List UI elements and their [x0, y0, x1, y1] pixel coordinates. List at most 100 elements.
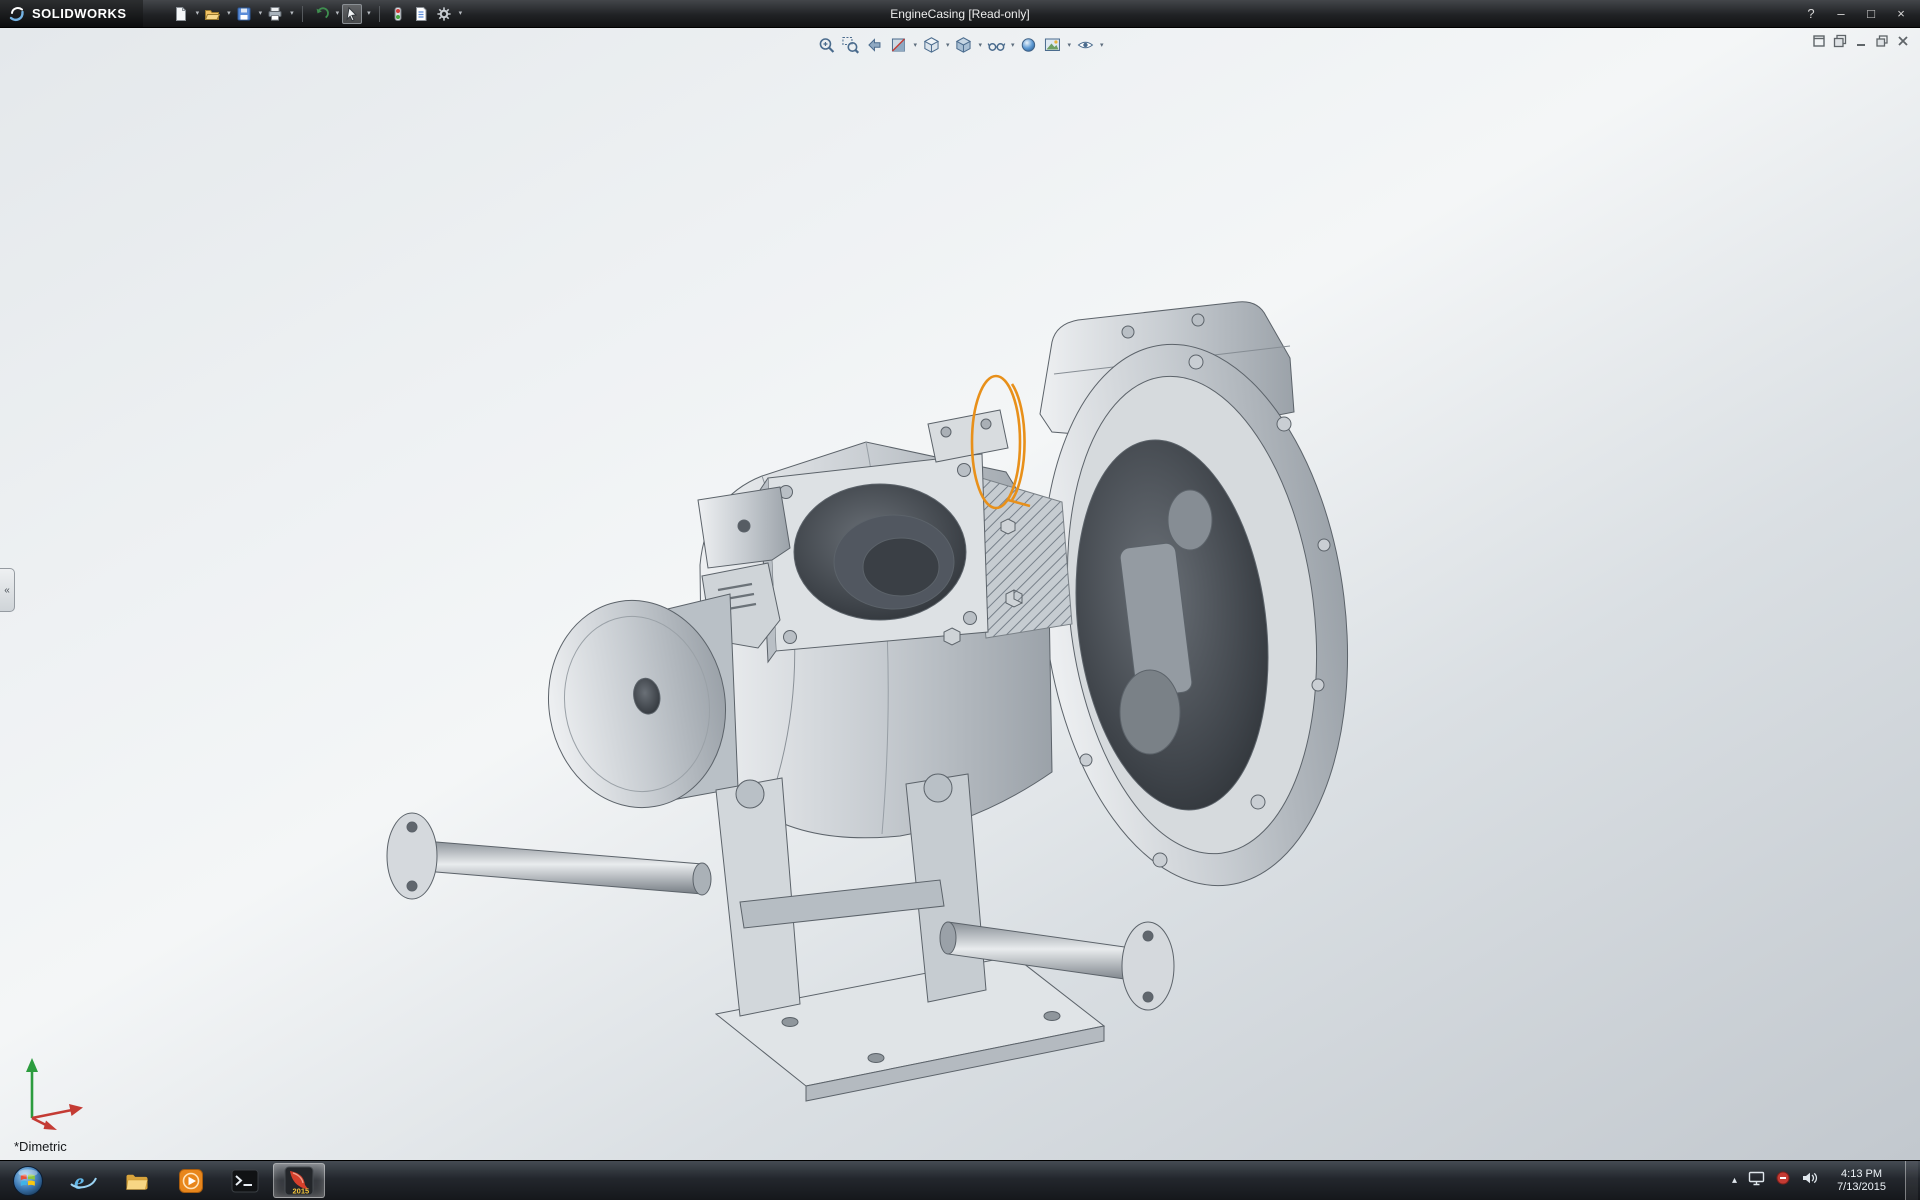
media-player-icon — [178, 1168, 204, 1194]
undo-button[interactable] — [311, 4, 331, 24]
view-settings-caret[interactable]: ▾ — [1100, 42, 1104, 49]
side-cover-disc[interactable] — [532, 586, 741, 821]
appearance-ball-icon — [1020, 36, 1038, 54]
display-icon — [1748, 1170, 1765, 1186]
save-caret[interactable]: ▾ — [259, 10, 263, 17]
taskbar-internet-explorer-button[interactable]: e — [57, 1163, 109, 1198]
new-document-button[interactable] — [171, 4, 191, 24]
zoom-to-fit-button[interactable] — [816, 34, 836, 56]
taskbar-apps: e — [56, 1161, 326, 1200]
open-document-button[interactable] — [202, 4, 222, 24]
zoom-to-area-icon — [841, 36, 859, 54]
file-properties-button[interactable] — [411, 4, 431, 24]
toolbar-separator — [302, 6, 303, 22]
doc-restore-button[interactable] — [1875, 34, 1889, 53]
close-button[interactable]: × — [1894, 6, 1908, 21]
print-caret[interactable]: ▾ — [290, 10, 294, 17]
minimize-icon — [1854, 34, 1868, 48]
doc-cascade-button[interactable] — [1833, 34, 1847, 53]
view-orientation-label: *Dimetric — [14, 1139, 67, 1154]
undo-caret[interactable]: ▾ — [336, 10, 340, 17]
show-desktop-button[interactable] — [1905, 1161, 1918, 1200]
clock-time: 4:13 PM — [1837, 1168, 1886, 1181]
edit-appearance-button[interactable] — [1019, 34, 1039, 56]
carb-bracket[interactable] — [928, 410, 1008, 462]
svg-text:e: e — [74, 1169, 84, 1194]
display-style-caret[interactable]: ▾ — [978, 42, 982, 49]
new-window-icon — [1812, 34, 1826, 48]
tray-solidworks-monitor-button[interactable] — [1776, 1171, 1790, 1190]
new-caret[interactable]: ▾ — [196, 10, 200, 17]
open-caret[interactable]: ▾ — [227, 10, 231, 17]
windows-start-orb-icon — [12, 1165, 44, 1197]
view-orientation-button[interactable] — [921, 34, 941, 56]
taskbar-media-player-button[interactable] — [165, 1163, 217, 1198]
folder-icon — [124, 1170, 151, 1192]
select-caret[interactable]: ▾ — [367, 10, 371, 17]
clock-date: 7/13/2015 — [1837, 1181, 1886, 1194]
taskbar-command-prompt-button[interactable] — [219, 1163, 271, 1198]
document-title: EngineCasing [Read-only] — [890, 0, 1029, 28]
engine-casing-model[interactable] — [387, 302, 1377, 1101]
view-orientation-cube-icon — [922, 36, 940, 54]
eyeglasses-icon — [987, 36, 1005, 54]
solidworks-app-icon: 2015 — [284, 1166, 314, 1196]
taskbar-solidworks-button[interactable]: 2015 — [273, 1163, 325, 1198]
view-orientation-caret[interactable]: ▾ — [946, 42, 950, 49]
show-hidden-icons-button[interactable]: ▴ — [1732, 1175, 1737, 1186]
view-settings-eye-icon — [1076, 36, 1094, 54]
save-floppy-icon — [236, 6, 252, 22]
apply-scene-caret[interactable]: ▾ — [1068, 42, 1072, 49]
taskbar-clock[interactable]: 4:13 PM 7/13/2015 — [1829, 1168, 1894, 1194]
print-icon — [267, 6, 283, 22]
select-cursor-icon — [344, 6, 360, 22]
command-prompt-icon — [231, 1168, 259, 1194]
options-gear-icon — [436, 6, 452, 22]
hide-show-items-button[interactable] — [986, 34, 1006, 56]
start-button[interactable] — [0, 1161, 56, 1200]
minimize-button[interactable]: – — [1834, 6, 1848, 21]
doc-close-button[interactable] — [1896, 34, 1910, 53]
display-style-button[interactable] — [953, 34, 973, 56]
cascade-windows-icon — [1833, 34, 1847, 48]
rebuild-button[interactable] — [388, 4, 408, 24]
trunnion-rod-left[interactable] — [387, 813, 711, 899]
options-button[interactable] — [434, 4, 454, 24]
featuremanager-flyout-tab[interactable]: « — [0, 568, 15, 612]
previous-view-icon — [865, 36, 883, 54]
select-tool-button[interactable] — [342, 4, 362, 24]
graphics-area[interactable]: ▾ ▾ ▾ ▾ — [0, 28, 1920, 1160]
close-icon — [1896, 34, 1910, 48]
solidworks-window: SOLIDWORKS ▾ ▾ ▾ — [0, 0, 1920, 1200]
maximize-button[interactable]: □ — [1864, 6, 1878, 21]
file-toolbar: ▾ ▾ ▾ ▾ — [143, 4, 463, 24]
model-canvas[interactable] — [0, 28, 1920, 1160]
taskbar-file-explorer-button[interactable] — [111, 1163, 163, 1198]
headsup-view-toolbar: ▾ ▾ ▾ ▾ — [816, 34, 1103, 56]
print-button[interactable] — [265, 4, 285, 24]
apply-scene-button[interactable] — [1043, 34, 1063, 56]
document-window-controls — [1812, 34, 1910, 53]
section-view-button[interactable] — [888, 34, 908, 56]
tray-volume-button[interactable] — [1801, 1170, 1818, 1191]
tray-display-button[interactable] — [1748, 1170, 1765, 1191]
options-caret[interactable]: ▾ — [459, 10, 463, 17]
zoom-to-fit-icon — [817, 36, 835, 54]
taskbar: e — [0, 1160, 1920, 1200]
doc-minimize-button[interactable] — [1854, 34, 1868, 53]
display-style-icon — [954, 36, 972, 54]
section-view-caret[interactable]: ▾ — [913, 42, 917, 49]
reference-triad-icon — [16, 1040, 96, 1132]
resource-monitor-icon — [1776, 1171, 1790, 1185]
help-button[interactable]: ? — [1804, 6, 1818, 21]
doc-new-window-button[interactable] — [1812, 34, 1826, 53]
system-tray: ▴ 4:13 PM 7/13/ — [1732, 1161, 1920, 1200]
speaker-icon — [1801, 1170, 1818, 1186]
flyout-arrow-glyph: « — [4, 585, 10, 596]
hide-show-caret[interactable]: ▾ — [1011, 42, 1015, 49]
previous-view-button[interactable] — [864, 34, 884, 56]
undo-arrow-icon — [313, 6, 329, 22]
save-button[interactable] — [234, 4, 254, 24]
view-settings-button[interactable] — [1075, 34, 1095, 56]
zoom-to-area-button[interactable] — [840, 34, 860, 56]
